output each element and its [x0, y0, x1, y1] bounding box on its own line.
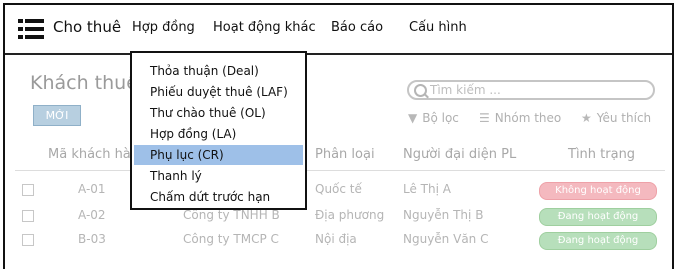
- cell-type: Nội địa: [315, 232, 357, 246]
- filter-icon: ▼: [408, 111, 418, 125]
- favorites-label: Yêu thích: [596, 111, 652, 125]
- cell-representative: Lê Thị A: [403, 182, 451, 196]
- contract-dropdown-menu: Thỏa thuận (Deal) Phiếu duyệt thuê (LAF)…: [130, 51, 307, 210]
- group-by-button[interactable]: ☰ Nhóm theo: [479, 111, 561, 125]
- column-header-code[interactable]: Mã khách hà: [48, 147, 131, 162]
- nav-hop-dong[interactable]: Hợp đồng: [132, 20, 195, 35]
- list-icon: ☰: [479, 111, 490, 125]
- search-icon: [414, 84, 427, 97]
- status-badge: Đang hoạt động: [539, 232, 657, 250]
- column-header-type[interactable]: Phân loại: [315, 147, 375, 162]
- cell-type: Địa phương: [315, 208, 385, 222]
- cell-representative: Nguyễn Văn C: [403, 232, 489, 246]
- menu-item-thanh-ly[interactable]: Thanh lý: [134, 166, 303, 186]
- nav-cau-hinh[interactable]: Cấu hình: [409, 20, 467, 35]
- cell-code: A-01: [78, 182, 106, 196]
- status-badge: Không hoạt động: [539, 182, 657, 200]
- menu-item-la[interactable]: Hợp đồng (LA): [134, 124, 303, 144]
- app-window: Cho thuê Hợp đồng Hoạt động khác Báo cáo…: [3, 3, 674, 269]
- cell-code: B-03: [78, 232, 106, 246]
- menu-item-laf[interactable]: Phiếu duyệt thuê (LAF): [134, 82, 303, 102]
- cell-type: Quốc tế: [315, 182, 362, 196]
- app-brand[interactable]: Cho thuê: [53, 18, 121, 36]
- row-checkbox[interactable]: [22, 184, 34, 196]
- column-header-status[interactable]: Tình trạng: [568, 147, 635, 162]
- cell-company: Công ty TMCP C: [183, 232, 279, 246]
- favorites-button[interactable]: ★ Yêu thích: [581, 111, 651, 125]
- column-header-representative[interactable]: Người đại diện PL: [403, 147, 516, 162]
- cell-representative: Nguyễn Thị B: [403, 208, 484, 222]
- nav-hoat-dong-khac[interactable]: Hoạt động khác: [213, 20, 316, 35]
- menu-item-cham-dut[interactable]: Chấm dứt trước hạn: [134, 187, 303, 207]
- nav-bao-cao[interactable]: Báo cáo: [331, 20, 383, 35]
- star-icon: ★: [581, 111, 592, 125]
- hamburger-menu-icon[interactable]: [18, 19, 44, 39]
- header-divider: [15, 170, 665, 171]
- cell-company: Công ty TNHH B: [183, 208, 280, 222]
- page-title: Khách thuê: [30, 72, 138, 94]
- cell-code: A-02: [78, 208, 106, 222]
- new-button[interactable]: MỚI: [33, 105, 81, 126]
- filter-button[interactable]: ▼ Bộ lọc: [408, 111, 459, 125]
- filter-label: Bộ lọc: [422, 111, 459, 125]
- group-by-label: Nhóm theo: [494, 111, 562, 125]
- main-content: Khách thuê MỚI Tìm kiếm ... ▼ Bộ lọc ☰ Nhó…: [5, 55, 672, 269]
- status-badge: Đang hoạt động: [539, 208, 657, 226]
- row-checkbox[interactable]: [22, 210, 34, 222]
- search-input[interactable]: Tìm kiếm ...: [407, 80, 655, 100]
- top-navigation-bar: Cho thuê Hợp đồng Hoạt động khác Báo cáo…: [5, 5, 672, 55]
- menu-item-cr[interactable]: Phụ lục (CR): [134, 145, 303, 165]
- search-placeholder: Tìm kiếm ...: [430, 83, 501, 97]
- menu-item-deal[interactable]: Thỏa thuận (Deal): [134, 61, 303, 81]
- row-checkbox[interactable]: [22, 234, 34, 246]
- menu-item-ol[interactable]: Thư chào thuê (OL): [134, 103, 303, 123]
